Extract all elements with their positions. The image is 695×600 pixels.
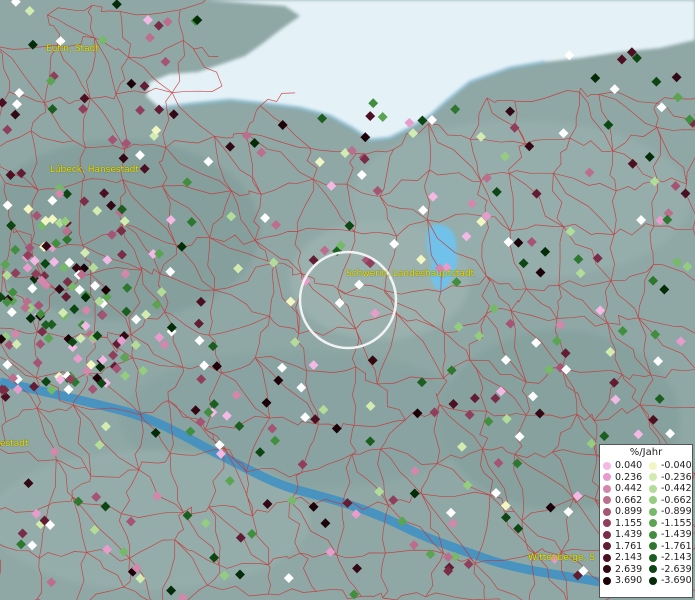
map-canvas[interactable] [0,0,695,600]
legend-value: -0.236 [661,471,692,483]
legend-entry-negative: -0.662 [646,495,692,507]
legend-row: 0.040 -0.040 [600,460,692,472]
legend-row: 2.639 -2.639 [600,564,692,576]
legend-swatch [649,565,657,574]
legend-entry-negative: -2.143 [646,552,692,564]
legend-entry-negative: -1.761 [646,541,692,553]
legend-entry-positive: 0.899 [600,506,646,518]
legend-value: -0.040 [661,460,692,471]
legend-value: -2.639 [661,563,692,575]
legend-row: 2.143 -2.143 [600,552,692,564]
legend-swatch [649,496,657,505]
legend-entry-negative: -2.639 [646,564,692,576]
city-label-partial-left: estadt [0,439,29,449]
legend-row: 0.662 -0.662 [600,495,692,507]
legend: %/Jahr 0.040 -0.040 0.236 -0.236 0.442 -0.442… [599,444,693,598]
legend-value: 0.040 [615,460,643,471]
city-label-eutin: Eutin, Stadt [46,44,99,54]
legend-value: 0.662 [615,494,643,506]
legend-row: 1.155 -1.155 [600,518,692,530]
legend-value: 2.639 [615,563,643,575]
legend-entry-positive: 0.442 [600,483,646,495]
legend-entry-negative: -1.155 [646,518,692,530]
legend-entry-positive: 3.690 [600,575,646,587]
legend-swatch [603,542,611,551]
city-label-schwerin: Schwerin, Landeshauptstadt [346,269,475,279]
legend-swatch [649,530,657,539]
legend-entry-negative: -3.690 [646,575,692,587]
legend-entry-negative: -0.040 [646,460,692,472]
legend-swatch [649,553,657,562]
legend-swatch [603,553,611,562]
legend-entry-positive: 2.143 [600,552,646,564]
legend-value: -1.761 [661,540,692,552]
map-view[interactable]: Eutin, Stadt Lübeck, Hansestadt Schwerin… [0,0,695,600]
legend-swatch [603,507,611,516]
legend-rows: 0.040 -0.040 0.236 -0.236 0.442 -0.442 0.662 -0… [600,460,692,587]
legend-row: 0.442 -0.442 [600,483,692,495]
legend-value: -1.155 [661,517,692,529]
legend-value: 1.439 [615,529,643,540]
legend-row: 3.690 -3.690 [600,575,692,587]
legend-swatch [649,484,657,493]
city-label-luebeck: Lübeck, Hansestadt [50,165,139,175]
legend-value: -2.143 [661,552,692,563]
legend-entry-negative: -0.236 [646,472,692,484]
legend-value: 0.236 [615,471,643,483]
legend-entry-positive: 2.639 [600,564,646,576]
legend-swatch [649,461,657,470]
legend-swatch [649,576,657,585]
legend-value: -0.662 [661,494,692,506]
legend-swatch [603,461,611,470]
legend-swatch [649,507,657,516]
legend-swatch [649,519,657,528]
legend-value: 0.442 [615,483,643,494]
legend-swatch [649,542,657,551]
legend-entry-positive: 1.439 [600,529,646,541]
legend-value: 3.690 [615,575,643,586]
city-label-wittenberge: Wittenberge, S [528,553,595,563]
legend-swatch [603,473,611,482]
legend-entry-positive: 0.236 [600,472,646,484]
legend-swatch [603,530,611,539]
legend-row: 0.236 -0.236 [600,472,692,484]
legend-entry-positive: 1.155 [600,518,646,530]
legend-swatch [603,484,611,493]
legend-value: 1.155 [615,517,643,529]
legend-row: 1.761 -1.761 [600,541,692,553]
legend-value: -1.439 [661,529,692,540]
legend-entry-negative: -0.899 [646,506,692,518]
legend-swatch [603,565,611,574]
legend-title: %/Jahr [629,447,663,458]
legend-value: 2.143 [615,552,643,563]
legend-entry-negative: -0.442 [646,483,692,495]
legend-value: -0.442 [661,483,692,494]
legend-value: -0.899 [661,506,692,517]
legend-row: 0.899 -0.899 [600,506,692,518]
legend-value: -3.690 [661,575,692,586]
legend-swatch [603,496,611,505]
legend-swatch [603,576,611,585]
legend-entry-positive: 0.662 [600,495,646,507]
legend-entry-positive: 0.040 [600,460,646,472]
legend-entry-positive: 1.761 [600,541,646,553]
legend-swatch [649,473,657,482]
legend-swatch [603,519,611,528]
legend-value: 0.899 [615,506,643,517]
legend-entry-negative: -1.439 [646,529,692,541]
legend-row: 1.439 -1.439 [600,529,692,541]
legend-value: 1.761 [615,540,643,552]
